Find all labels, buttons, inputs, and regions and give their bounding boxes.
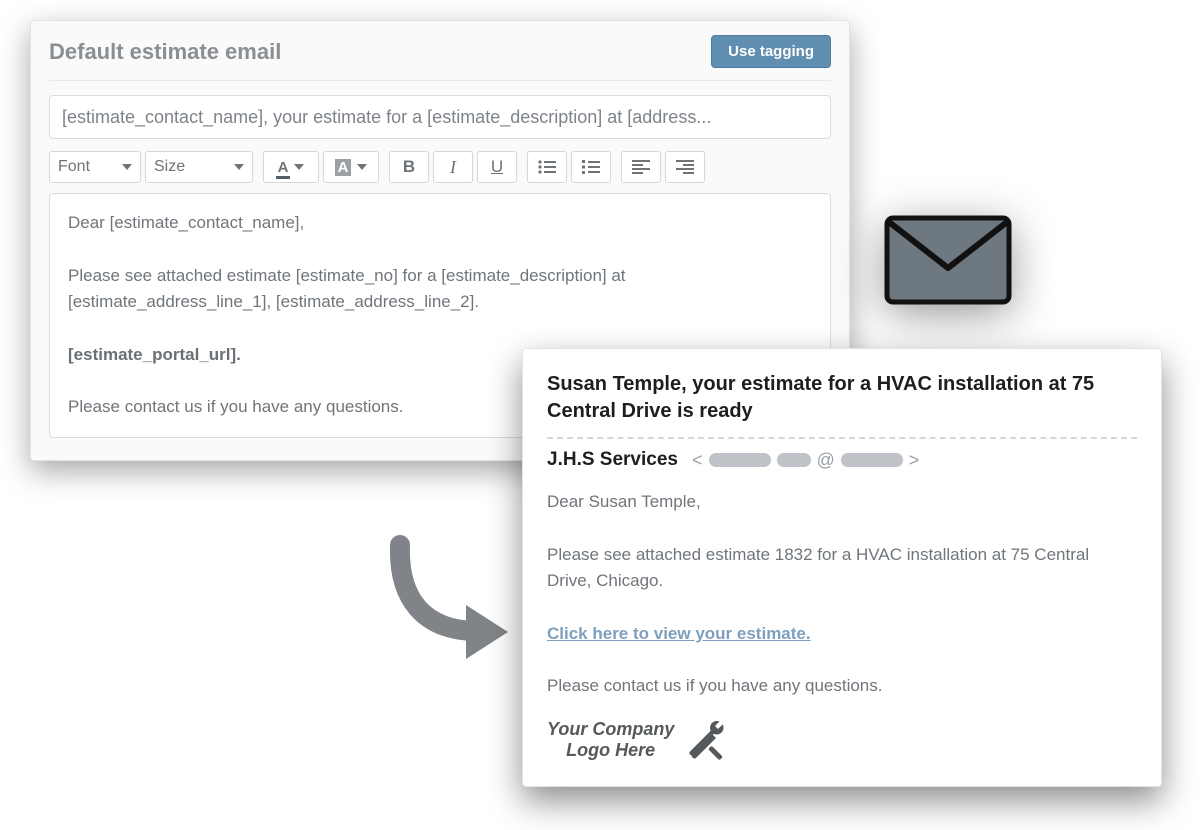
use-tagging-button[interactable]: Use tagging bbox=[711, 35, 831, 68]
chevron-down-icon bbox=[357, 164, 367, 170]
preview-line: Dear Susan Temple, bbox=[547, 489, 1137, 515]
preview-panel: Susan Temple, your estimate for a HVAC i… bbox=[522, 348, 1162, 787]
numbered-list-icon bbox=[582, 160, 600, 174]
align-left-button[interactable] bbox=[621, 151, 661, 183]
editor-title: Default estimate email bbox=[49, 39, 281, 65]
preview-body: Dear Susan Temple, Please see attached e… bbox=[547, 489, 1137, 700]
size-select[interactable]: Size bbox=[145, 151, 253, 183]
bullet-list-icon bbox=[538, 160, 556, 174]
redacted-text bbox=[777, 453, 811, 467]
align-right-icon bbox=[676, 160, 694, 174]
at-symbol: @ bbox=[817, 450, 835, 471]
subject-input[interactable] bbox=[49, 95, 831, 139]
numbered-list-button[interactable] bbox=[571, 151, 611, 183]
preview-line: Please contact us if you have any questi… bbox=[547, 673, 1137, 699]
font-select[interactable]: Font bbox=[49, 151, 141, 183]
chevron-down-icon bbox=[122, 164, 132, 170]
logo-line2: Logo Here bbox=[566, 740, 655, 760]
text-color-button[interactable]: A bbox=[263, 151, 319, 183]
bullet-list-button[interactable] bbox=[527, 151, 567, 183]
align-left-icon bbox=[632, 160, 650, 174]
bold-button[interactable]: B bbox=[389, 151, 429, 183]
editor-body-line: Please see attached estimate [estimate_n… bbox=[68, 263, 812, 316]
tools-icon bbox=[684, 718, 728, 762]
logo-placeholder: Your Company Logo Here bbox=[547, 718, 1137, 762]
editor-portal-url: [estimate_portal_url]. bbox=[68, 345, 241, 364]
highlight-color-button[interactable]: A bbox=[323, 151, 379, 183]
flow-arrow-icon bbox=[370, 535, 520, 675]
size-select-label: Size bbox=[154, 158, 185, 176]
envelope-icon bbox=[883, 210, 1013, 310]
editor-toolbar: Font Size A A B I U bbox=[49, 151, 831, 183]
align-right-button[interactable] bbox=[665, 151, 705, 183]
view-estimate-link[interactable]: Click here to view your estimate. bbox=[547, 624, 811, 643]
preview-from: J.H.S Services < @ > bbox=[547, 449, 1137, 471]
logo-text: Your Company Logo Here bbox=[547, 719, 674, 760]
logo-line1: Your Company bbox=[547, 719, 674, 739]
redacted-text bbox=[841, 453, 903, 467]
italic-button[interactable]: I bbox=[433, 151, 473, 183]
redacted-text bbox=[709, 453, 771, 467]
preview-from-email: < @ > bbox=[692, 450, 919, 471]
preview-line: Please see attached estimate 1832 for a … bbox=[547, 542, 1137, 595]
editor-header: Default estimate email Use tagging bbox=[49, 35, 831, 81]
chevron-down-icon bbox=[294, 164, 304, 170]
underline-button[interactable]: U bbox=[477, 151, 517, 183]
chevron-down-icon bbox=[234, 164, 244, 170]
preview-divider bbox=[547, 437, 1137, 439]
preview-subject: Susan Temple, your estimate for a HVAC i… bbox=[547, 371, 1137, 425]
preview-from-name: J.H.S Services bbox=[547, 449, 678, 471]
font-select-label: Font bbox=[58, 158, 90, 176]
editor-body-line: Dear [estimate_contact_name], bbox=[68, 210, 812, 236]
